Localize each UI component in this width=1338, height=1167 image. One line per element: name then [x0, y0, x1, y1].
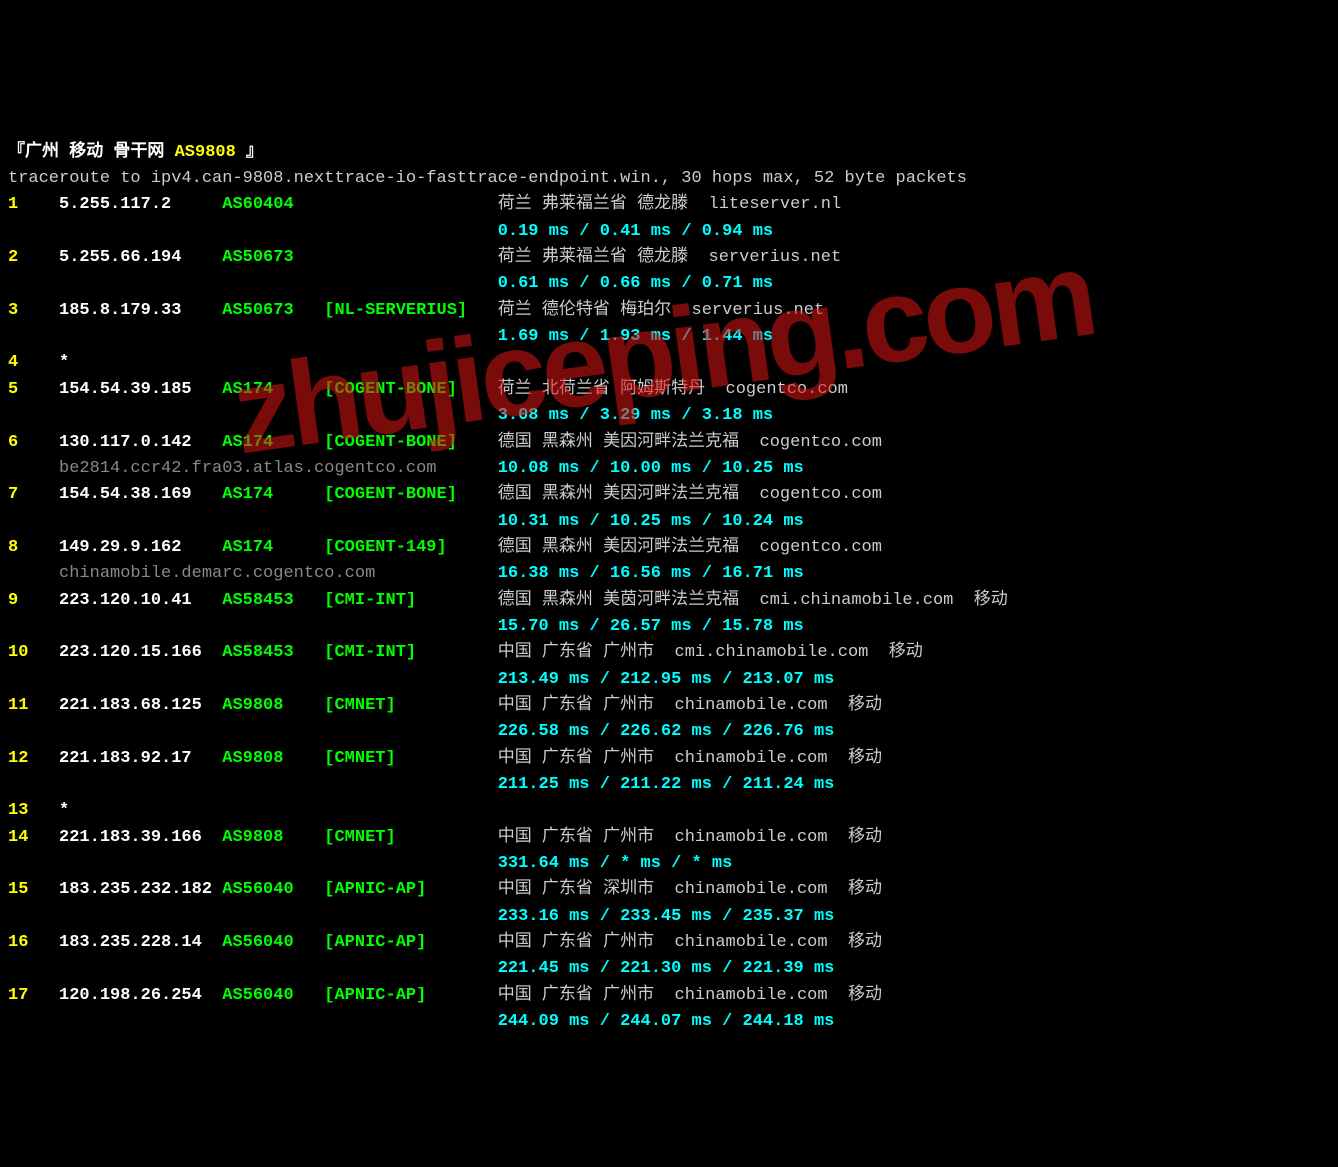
hop-num: 8: [8, 538, 59, 557]
hop-tag: [COGENT-149]: [324, 538, 497, 557]
hop-asn: AS9808: [222, 696, 324, 715]
hop-latency: 10.31 ms / 10.25 ms / 10.24 ms: [498, 512, 804, 531]
hop-ip: 223.120.10.41: [59, 591, 222, 610]
hop-location: 德国 黑森州 美茵河畔法兰克福 cmi.chinamobile.com 移动: [498, 591, 1008, 610]
hop-latency: 3.08 ms / 3.29 ms / 3.18 ms: [498, 406, 773, 425]
hop-location: 德国 黑森州 美因河畔法兰克福 cogentco.com: [498, 538, 882, 557]
hop-rdns: be2814.ccr42.fra03.atlas.cogentco.com: [59, 459, 436, 478]
hop-ip: *: [59, 353, 222, 372]
hop-location: 荷兰 北荷兰省 阿姆斯特丹 cogentco.com: [498, 380, 848, 399]
hop-latency: 0.19 ms / 0.41 ms / 0.94 ms: [498, 222, 773, 241]
hop-tag: [CMNET]: [324, 749, 497, 768]
hop-asn: AS9808: [222, 749, 324, 768]
hop-asn: AS56040: [222, 986, 324, 1005]
hop-asn: AS50673: [222, 248, 324, 267]
hop-asn: AS50673: [222, 301, 324, 320]
hop-latency: 221.45 ms / 221.30 ms / 221.39 ms: [498, 959, 835, 978]
hop-num: 3: [8, 301, 59, 320]
hop-location: 荷兰 弗莱福兰省 德龙滕 serverius.net: [498, 248, 841, 267]
hop-ip: 5.255.117.2: [59, 195, 222, 214]
hop-tag: [CMI-INT]: [324, 643, 497, 662]
hop-asn: AS9808: [222, 828, 324, 847]
hop-location: 中国 广东省 广州市 chinamobile.com 移动: [498, 828, 882, 847]
header-suffix: 』: [246, 143, 263, 162]
hop-asn: AS58453: [222, 591, 324, 610]
hop-tag: [APNIC-AP]: [324, 880, 497, 899]
hop-location: 中国 广东省 广州市 chinamobile.com 移动: [498, 696, 882, 715]
hop-latency: 0.61 ms / 0.66 ms / 0.71 ms: [498, 274, 773, 293]
hop-rdns: chinamobile.demarc.cogentco.com: [59, 564, 375, 583]
hop-latency: 213.49 ms / 212.95 ms / 213.07 ms: [498, 670, 835, 689]
hop-latency: 1.69 ms / 1.93 ms / 1.44 ms: [498, 327, 773, 346]
hop-ip: 223.120.15.166: [59, 643, 222, 662]
hop-asn: AS56040: [222, 880, 324, 899]
hop-num: 4: [8, 353, 59, 372]
hop-location: 荷兰 弗莱福兰省 德龙滕 liteserver.nl: [498, 195, 841, 214]
hop-tag: [CMNET]: [324, 828, 497, 847]
hop-latency: 244.09 ms / 244.07 ms / 244.18 ms: [498, 1012, 835, 1031]
header-prefix: 『广州 移动 骨干网: [8, 143, 164, 162]
hop-location: 中国 广东省 广州市 chinamobile.com 移动: [498, 986, 882, 1005]
hop-asn: AS174: [222, 485, 324, 504]
hop-location: 中国 广东省 广州市 chinamobile.com 移动: [498, 933, 882, 952]
hop-ip: *: [59, 801, 222, 820]
hop-ip: 5.255.66.194: [59, 248, 222, 267]
hop-latency: 16.38 ms / 16.56 ms / 16.71 ms: [498, 564, 804, 583]
hop-ip: 221.183.68.125: [59, 696, 222, 715]
hop-tag: [COGENT-BONE]: [324, 380, 497, 399]
hop-ip: 221.183.39.166: [59, 828, 222, 847]
hop-num: 14: [8, 828, 59, 847]
header-asn: AS9808: [164, 143, 246, 162]
hop-latency: 211.25 ms / 211.22 ms / 211.24 ms: [498, 775, 835, 794]
hop-tag: [APNIC-AP]: [324, 933, 497, 952]
hop-num: 7: [8, 485, 59, 504]
hop-ip: 183.235.228.14: [59, 933, 222, 952]
hop-asn: AS60404: [222, 195, 324, 214]
traceroute-cmd: traceroute to ipv4.can-9808.nexttrace-io…: [8, 169, 967, 188]
hop-location: 中国 广东省 广州市 cmi.chinamobile.com 移动: [498, 643, 923, 662]
hop-num: 11: [8, 696, 59, 715]
hop-asn: AS174: [222, 380, 324, 399]
hop-latency: 10.08 ms / 10.00 ms / 10.25 ms: [498, 459, 804, 478]
hop-ip: 130.117.0.142: [59, 433, 222, 452]
hop-ip: 154.54.38.169: [59, 485, 222, 504]
hop-location: 中国 广东省 广州市 chinamobile.com 移动: [498, 749, 882, 768]
hop-num: 15: [8, 880, 59, 899]
hop-location: 德国 黑森州 美因河畔法兰克福 cogentco.com: [498, 433, 882, 452]
hop-num: 16: [8, 933, 59, 952]
hop-location: 中国 广东省 深圳市 chinamobile.com 移动: [498, 880, 882, 899]
hop-num: 10: [8, 643, 59, 662]
hop-ip: 149.29.9.162: [59, 538, 222, 557]
hop-asn: AS56040: [222, 933, 324, 952]
hop-asn: AS174: [222, 433, 324, 452]
hop-tag: [NL-SERVERIUS]: [324, 301, 497, 320]
hop-num: 9: [8, 591, 59, 610]
hop-latency: 15.70 ms / 26.57 ms / 15.78 ms: [498, 617, 804, 636]
hop-ip: 120.198.26.254: [59, 986, 222, 1005]
hop-num: 13: [8, 801, 59, 820]
hop-ip: 154.54.39.185: [59, 380, 222, 399]
hop-asn: AS58453: [222, 643, 324, 662]
hop-latency: 226.58 ms / 226.62 ms / 226.76 ms: [498, 722, 835, 741]
hop-num: 2: [8, 248, 59, 267]
hop-ip: 185.8.179.33: [59, 301, 222, 320]
hop-num: 6: [8, 433, 59, 452]
terminal-output: 『广州 移动 骨干网 AS9808 』 traceroute to ipv4.c…: [8, 140, 1330, 1036]
hop-ip: 183.235.232.182: [59, 880, 222, 899]
hop-location: 荷兰 德伦特省 梅珀尔 serverius.net: [498, 301, 824, 320]
hop-num: 1: [8, 195, 59, 214]
hop-asn: AS174: [222, 538, 324, 557]
hop-tag: [APNIC-AP]: [324, 986, 497, 1005]
hop-num: 17: [8, 986, 59, 1005]
hop-latency: 233.16 ms / 233.45 ms / 235.37 ms: [498, 907, 835, 926]
hop-location: 德国 黑森州 美因河畔法兰克福 cogentco.com: [498, 485, 882, 504]
hop-num: 12: [8, 749, 59, 768]
hop-tag: [COGENT-BONE]: [324, 433, 497, 452]
hop-tag: [CMNET]: [324, 696, 497, 715]
hop-num: 5: [8, 380, 59, 399]
hop-tag: [COGENT-BONE]: [324, 485, 497, 504]
hop-ip: 221.183.92.17: [59, 749, 222, 768]
hop-latency: 331.64 ms / * ms / * ms: [498, 854, 733, 873]
hop-tag: [CMI-INT]: [324, 591, 497, 610]
